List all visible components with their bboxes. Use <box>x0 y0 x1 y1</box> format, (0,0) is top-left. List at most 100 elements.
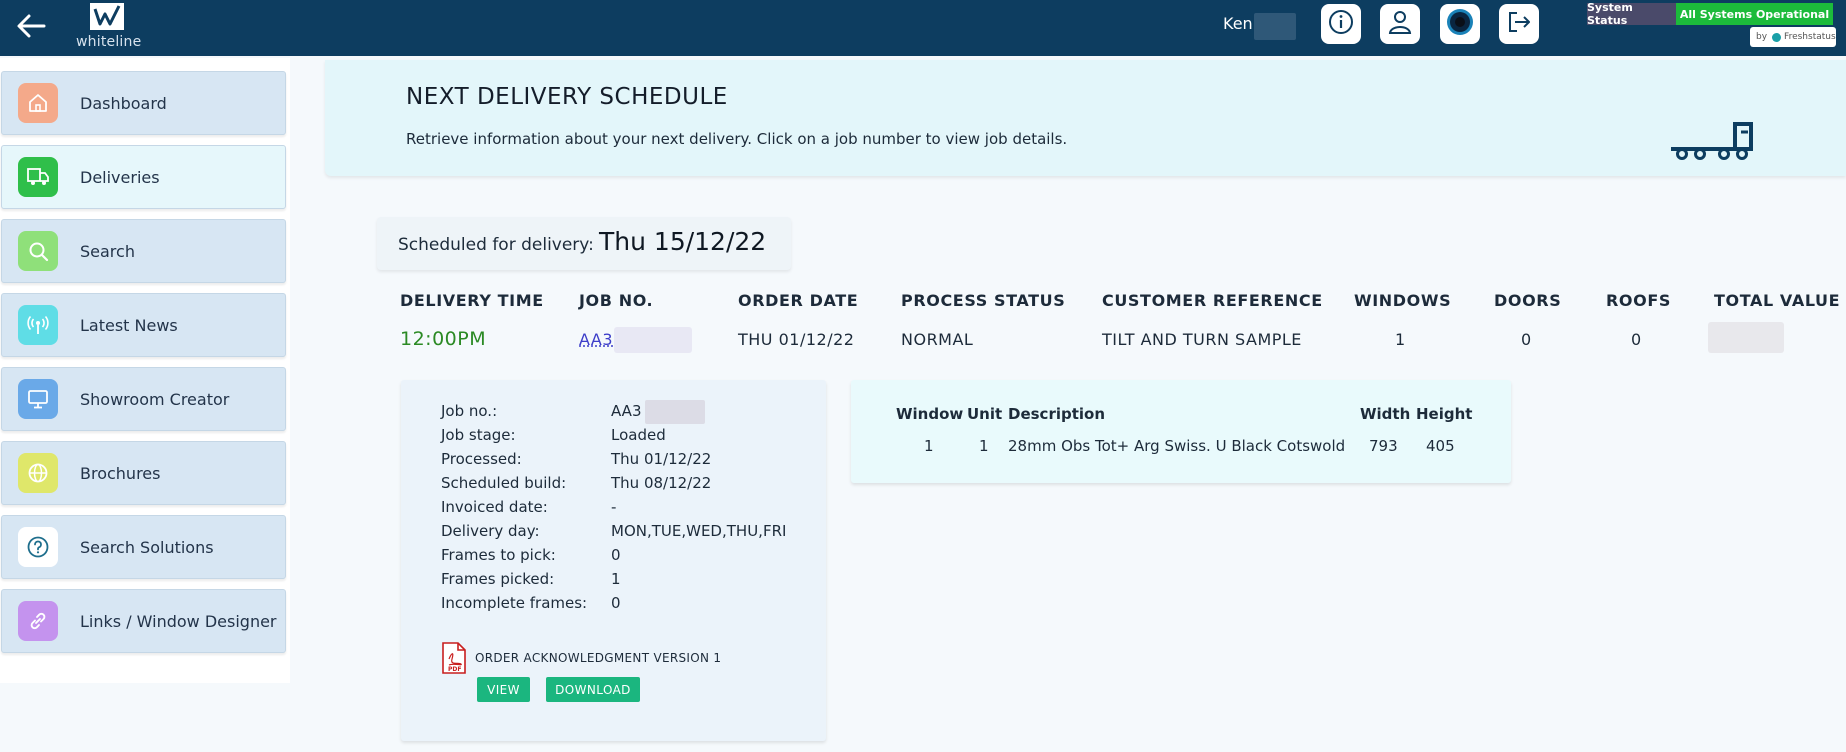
sidebar-item-label: Search <box>80 241 135 261</box>
column-header-delivery-time: DELIVERY TIME <box>400 291 544 310</box>
job-field-value: 1 <box>611 570 621 588</box>
job-number-redacted <box>614 327 692 353</box>
order-date: THU 01/12/22 <box>738 330 855 349</box>
job-field-value: Loaded <box>611 426 666 444</box>
home-icon <box>18 83 58 123</box>
job-field-label: Frames picked: <box>441 570 555 588</box>
column-header-total-value: TOTAL VALUE <box>1714 291 1841 310</box>
doors-count: 0 <box>1521 330 1532 349</box>
column-header-doors: DOORS <box>1494 291 1562 310</box>
job-number-text[interactable]: AA3 <box>579 330 613 349</box>
page-subtitle: Retrieve information about your next del… <box>406 130 1068 148</box>
job-field-value: Thu 08/12/22 <box>611 474 712 492</box>
whiteline-logo[interactable]: whiteline <box>76 2 142 50</box>
job-items-card: Window Unit Description Width Height 1 1… <box>851 380 1511 483</box>
job-field-value: 0 <box>611 546 621 564</box>
search-icon <box>18 231 58 271</box>
truck-icon <box>18 157 58 197</box>
logo-text: whiteline <box>76 34 142 50</box>
windows-count: 1 <box>1395 330 1406 349</box>
job-field-value: Thu 01/12/22 <box>611 450 712 468</box>
items-header-description: Description <box>1008 405 1106 423</box>
system-status-label: System Status <box>1587 1 1676 27</box>
sidebar-item-search-solutions[interactable]: Search Solutions <box>1 515 286 579</box>
info-icon <box>1327 8 1355 40</box>
sidebar-item-brochures[interactable]: Brochures <box>1 441 286 505</box>
sidebar-item-dashboard[interactable]: Dashboard <box>1 71 286 135</box>
user-name: Ken <box>1223 14 1253 33</box>
system-status-value: All Systems Operational <box>1676 3 1833 25</box>
sidebar-item-showroom-creator[interactable]: Showroom Creator <box>1 367 286 431</box>
job-field-label: Job stage: <box>441 426 516 444</box>
user-surname-redacted <box>1254 13 1296 40</box>
system-status-widget[interactable]: System Status All Systems Operational <box>1587 1 1833 27</box>
item-unit: 1 <box>979 437 989 455</box>
roofs-count: 0 <box>1631 330 1642 349</box>
scheduled-label: Scheduled for delivery: <box>398 235 594 255</box>
top-bar: whiteline Ken System Status All Systems … <box>0 0 1846 56</box>
job-field-value: - <box>611 498 617 516</box>
logout-button[interactable] <box>1499 4 1539 44</box>
job-field-label: Frames to pick: <box>441 546 556 564</box>
user-icon <box>1386 8 1414 40</box>
sidebar-item-label: Search Solutions <box>80 537 214 557</box>
sidebar-item-links-window-designer[interactable]: Links / Window Designer <box>1 589 286 653</box>
profile-button[interactable] <box>1380 4 1420 44</box>
job-field-label: Delivery day: <box>441 522 540 540</box>
sidebar-item-latest-news[interactable]: Latest News <box>1 293 286 357</box>
logout-icon <box>1505 8 1533 40</box>
sidebar-item-search[interactable]: Search <box>1 219 286 283</box>
job-field-value: AA3 <box>611 402 642 420</box>
freshstatus-icon <box>1772 32 1782 42</box>
item-window: 1 <box>924 437 934 455</box>
customer-reference: TILT AND TURN SAMPLE <box>1102 330 1302 349</box>
sidebar-item-label: Latest News <box>80 315 178 335</box>
question-icon <box>18 527 58 567</box>
globe-icon <box>18 453 58 493</box>
job-field-label: Incomplete frames: <box>441 594 588 612</box>
delivery-truck-icon <box>1669 120 1759 166</box>
sidebar-item-deliveries[interactable]: Deliveries <box>1 145 286 209</box>
link-icon <box>18 601 58 641</box>
pdf-badge-text: PDF <box>448 666 461 673</box>
item-width: 793 <box>1369 437 1398 455</box>
status-by-text: by <box>1756 32 1768 42</box>
column-header-windows: WINDOWS <box>1354 291 1452 310</box>
job-field-label: Job no.: <box>441 402 498 420</box>
delivery-time: 12:00PM <box>400 328 487 350</box>
sidebar-item-label: Brochures <box>80 463 161 483</box>
page-title: NEXT DELIVERY SCHEDULE <box>406 84 728 110</box>
camera-button[interactable] <box>1440 4 1480 44</box>
job-field-label: Processed: <box>441 450 522 468</box>
sidebar-item-label: Deliveries <box>80 167 160 187</box>
job-number-link[interactable]: AA3 <box>579 330 613 349</box>
document-title: ORDER ACKNOWLEDGMENT VERSION 1 <box>475 651 722 665</box>
download-button[interactable]: DOWNLOAD <box>546 677 640 702</box>
job-field-label: Scheduled build: <box>441 474 567 492</box>
info-button[interactable] <box>1321 4 1361 44</box>
column-header-job-no: JOB NO. <box>579 291 654 310</box>
job-field-value: MON,TUE,WED,THU,FRI <box>611 522 787 540</box>
column-header-process-status: PROCESS STATUS <box>901 291 1066 310</box>
item-height: 405 <box>1426 437 1455 455</box>
items-header-window: Window <box>896 405 964 423</box>
back-arrow-icon[interactable] <box>14 8 50 44</box>
process-status: NORMAL <box>901 330 974 349</box>
job-field-label: Invoiced date: <box>441 498 548 516</box>
column-header-customer-reference: CUSTOMER REFERENCE <box>1102 291 1323 310</box>
job-number-redacted <box>645 400 705 424</box>
scheduled-date: Thu 15/12/22 <box>599 227 767 256</box>
broadcast-icon <box>18 305 58 345</box>
total-value-redacted <box>1708 322 1784 353</box>
scheduled-delivery-card: Scheduled for delivery: Thu 15/12/22 <box>377 217 791 270</box>
freshstatus-credit[interactable]: by Freshstatus <box>1750 27 1836 47</box>
page-banner: NEXT DELIVERY SCHEDULE Retrieve informat… <box>325 60 1846 176</box>
item-description: 28mm Obs Tot+ Arg Swiss. U Black Cotswol… <box>1008 437 1346 455</box>
job-details-card: Job no.: AA3 Job stage: Loaded Processed… <box>401 380 826 741</box>
sidebar: Dashboard Deliveries Search Latest News … <box>0 58 290 683</box>
monitor-icon <box>18 379 58 419</box>
job-field-value: 0 <box>611 594 621 612</box>
column-header-roofs: ROOFS <box>1606 291 1671 310</box>
items-header-unit: Unit <box>967 405 1003 423</box>
view-button[interactable]: VIEW <box>477 677 530 702</box>
